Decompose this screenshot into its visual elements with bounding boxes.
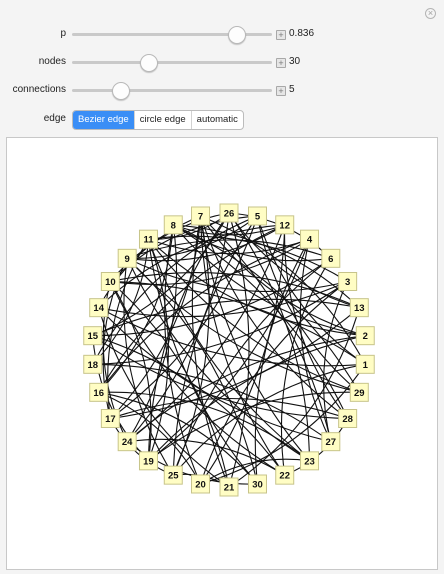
graph-node: 30	[247, 474, 267, 494]
graph-node-label: 1	[363, 360, 369, 371]
graph-node: 28	[338, 409, 358, 428]
graph-node-label: 25	[168, 471, 179, 482]
graph-node: 6	[321, 248, 341, 268]
connections-slider[interactable]	[72, 82, 272, 100]
graph-node-label: 21	[224, 483, 235, 494]
graph-node: 24	[117, 432, 137, 452]
connections-row: connections + 5	[0, 80, 444, 100]
graph-node-label: 15	[87, 331, 98, 342]
connections-label: connections	[12, 84, 66, 95]
edge-option-automatic[interactable]: automatic	[190, 111, 243, 129]
graph-node: 8	[163, 215, 183, 235]
graph-node: 14	[89, 298, 109, 318]
graph-node-label: 23	[304, 456, 315, 467]
graph-node: 5	[247, 206, 267, 226]
graph-node: 3	[338, 272, 358, 291]
p-row: p + 0.836	[0, 24, 444, 44]
graph-node: 20	[191, 474, 211, 494]
graph-node: 29	[349, 382, 369, 402]
graph-node-label: 27	[326, 437, 337, 448]
graph-node-label: 9	[125, 254, 130, 265]
close-icon[interactable]: ×	[425, 8, 436, 19]
graph-node: 15	[83, 326, 103, 346]
graph-node-label: 29	[354, 388, 365, 399]
graph-canvas: 26 5 12 4 6 3 13 2 1 29 28 27 23 22 30 21 20 25 19 24 17 16 18…	[6, 137, 438, 570]
graph-node: 18	[83, 354, 103, 374]
graph-node: 17	[100, 409, 120, 428]
graph-node: 4	[300, 229, 320, 249]
graph-node: 10	[100, 272, 120, 291]
graph-node: 23	[300, 451, 320, 471]
graph-node-label: 22	[279, 471, 290, 482]
graph-node: 7	[191, 206, 211, 226]
graph-node: 26	[219, 203, 239, 223]
graph-node-label: 8	[171, 220, 176, 231]
graph-node-label: 2	[363, 331, 368, 342]
p-slider[interactable]	[72, 26, 272, 44]
connections-slider-track[interactable]	[72, 89, 272, 92]
p-expand-icon[interactable]: +	[276, 30, 286, 40]
nodes-slider[interactable]	[72, 54, 272, 72]
graph-node: 27	[321, 432, 341, 452]
graph-node-label: 19	[143, 456, 154, 467]
graph-node: 16	[89, 382, 109, 402]
graph-node-label: 18	[87, 360, 98, 371]
nodes-slider-thumb[interactable]	[140, 54, 158, 72]
connections-expand-icon[interactable]: +	[276, 86, 286, 96]
nodes-row: nodes + 30	[0, 52, 444, 72]
graph-node: 22	[275, 465, 295, 485]
nodes-expand-icon[interactable]: +	[276, 58, 286, 68]
graph-node-label: 3	[345, 277, 350, 288]
nodes-slider-track[interactable]	[72, 61, 272, 64]
graph-node-label: 24	[122, 437, 133, 448]
graph-node: 21	[219, 477, 239, 497]
p-slider-thumb[interactable]	[228, 26, 246, 44]
connections-slider-thumb[interactable]	[112, 82, 130, 100]
graph-node-label: 11	[143, 235, 154, 246]
graph-node-label: 4	[307, 235, 313, 246]
p-label: p	[60, 28, 66, 39]
graph-node-label: 6	[328, 254, 333, 265]
connections-value: 5	[289, 84, 295, 95]
graph-node-label: 10	[105, 277, 116, 288]
graph-node: 12	[275, 215, 295, 235]
graph-node: 9	[117, 248, 137, 268]
graph-node: 11	[138, 229, 158, 249]
graph-node: 1	[355, 354, 375, 374]
graph-node-label: 17	[105, 414, 116, 425]
graph-node-label: 14	[93, 303, 104, 314]
p-value: 0.836	[289, 28, 315, 39]
graph-node-label: 20	[195, 480, 206, 491]
graph-node: 2	[355, 326, 375, 346]
graph-node-label: 28	[342, 414, 353, 425]
graph-node-label: 26	[224, 209, 235, 220]
graph-node-label: 16	[93, 388, 104, 399]
graph-node-label: 13	[354, 303, 365, 314]
graph-node: 25	[163, 465, 183, 485]
edge-style-selector[interactable]: Bezier edge circle edge automatic	[72, 110, 244, 130]
edge-option-bezier[interactable]: Bezier edge	[73, 111, 134, 129]
graph-node: 19	[138, 451, 158, 471]
graph-node-label: 30	[252, 480, 263, 491]
graph-node: 13	[349, 298, 369, 318]
edge-label: edge	[43, 113, 66, 124]
nodes-value: 30	[289, 56, 301, 67]
edge-option-circle[interactable]: circle edge	[133, 111, 191, 129]
graph-node-label: 7	[198, 211, 203, 222]
nodes-label: nodes	[38, 56, 66, 67]
graph-node-label: 12	[279, 220, 290, 231]
graph-node-label: 5	[255, 211, 261, 222]
graph-plot: 26 51246313212928272322302120251924171618…	[83, 203, 375, 497]
